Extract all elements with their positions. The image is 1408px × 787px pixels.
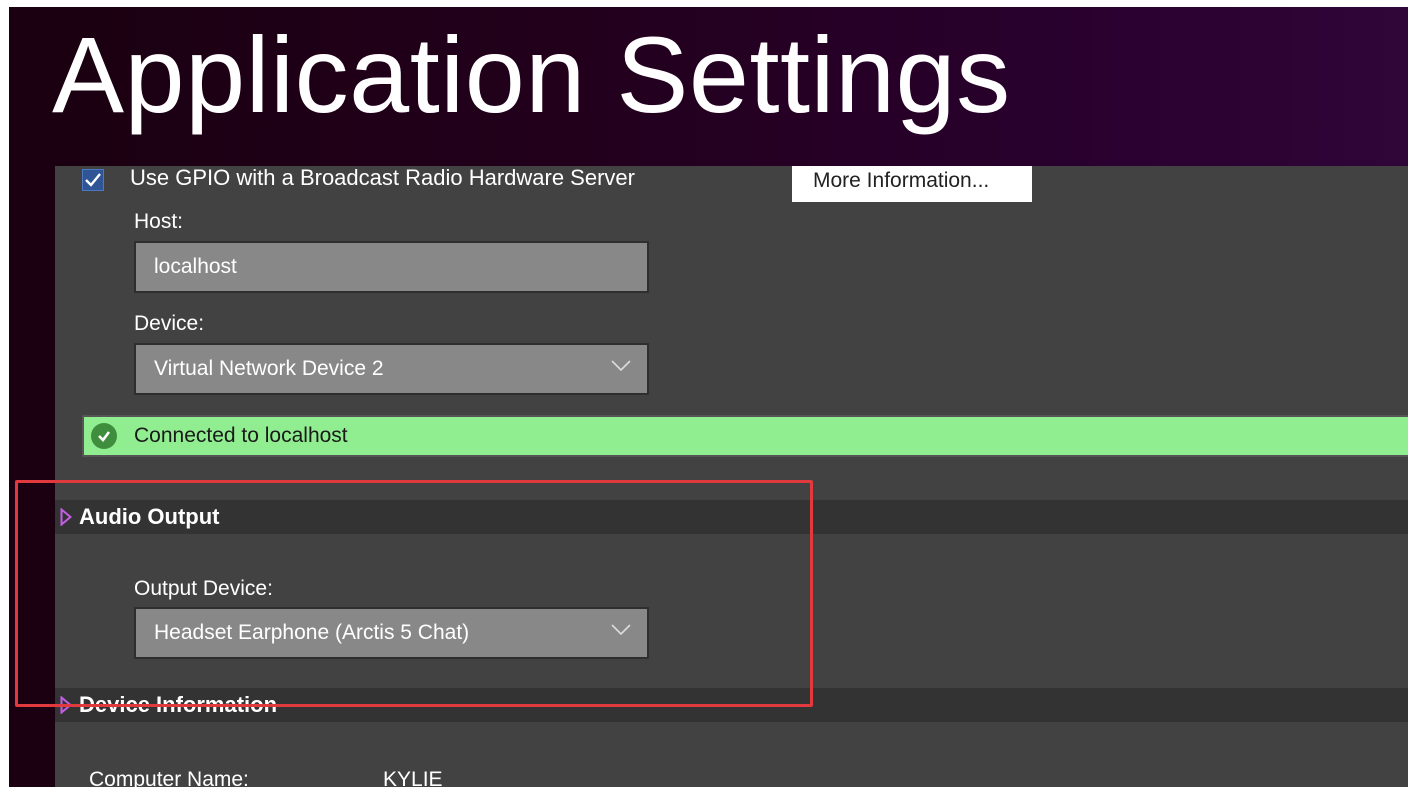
host-input-value: localhost [154, 255, 237, 278]
device-label: Device: [134, 312, 205, 335]
computer-name-value: KYLIE [383, 768, 443, 787]
host-label: Host: [134, 210, 184, 233]
highlight-annotation-box [15, 480, 813, 707]
checkmark-icon [85, 173, 101, 187]
computer-name-label: Computer Name: [89, 768, 249, 787]
page-title: Application Settings [52, 14, 1011, 135]
connection-status-bar: Connected to localhost [82, 415, 1408, 457]
host-input[interactable]: localhost [134, 241, 649, 293]
gpio-label[interactable]: Use GPIO with a Broadcast Radio Hardware… [130, 166, 635, 191]
connection-status-text: Connected to localhost [134, 424, 348, 447]
gpio-checkbox[interactable] [82, 169, 104, 191]
device-select[interactable]: Virtual Network Device 2 [134, 343, 649, 395]
more-information-button[interactable]: More Information... [792, 166, 1032, 202]
chevron-down-icon [611, 360, 631, 372]
check-circle-icon [91, 423, 117, 449]
device-select-value: Virtual Network Device 2 [154, 357, 384, 380]
